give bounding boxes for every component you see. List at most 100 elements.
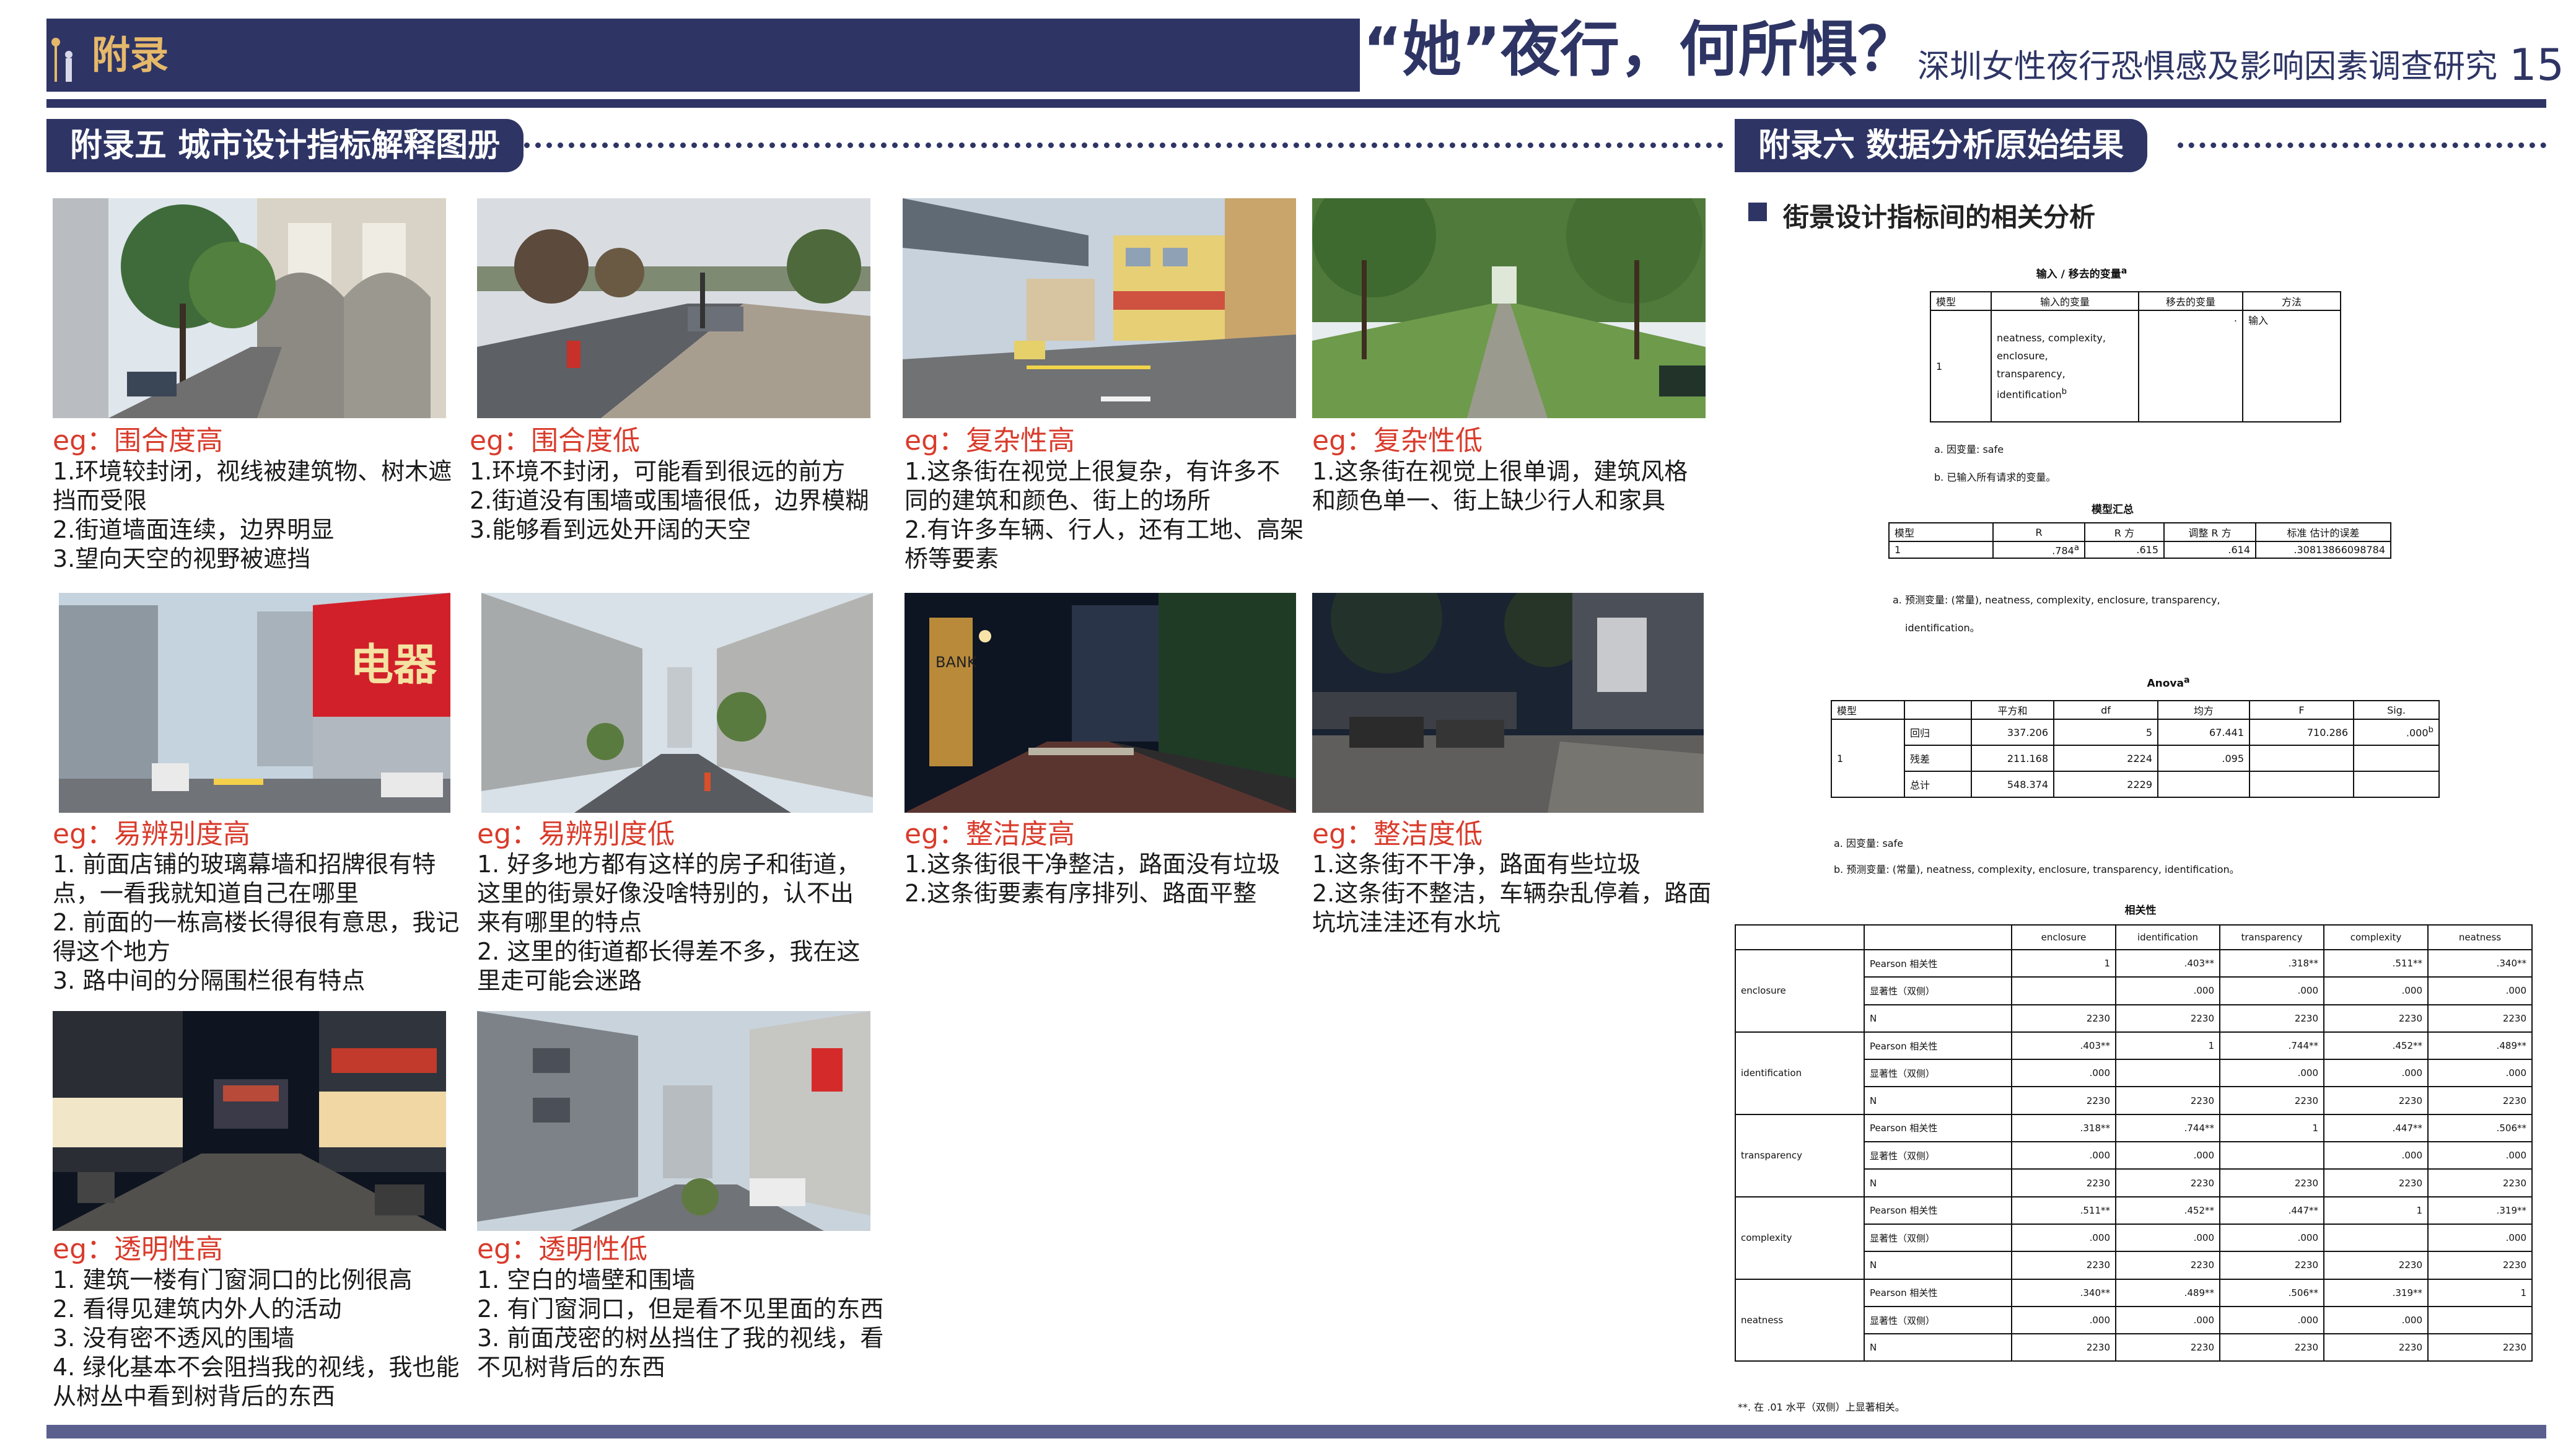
table-cell: .000 bbox=[2011, 1305, 2116, 1335]
card-description: 1. 建筑一楼有门窗洞口的比例很高 2. 看得见建筑内外人的活动 3. 没有密不透风… bbox=[53, 1266, 460, 1410]
card-caption: eg：复杂性低 bbox=[1312, 425, 1483, 457]
table4-title: 相关性 bbox=[2124, 904, 2157, 917]
stat-label: N bbox=[1864, 1251, 2012, 1280]
dotted-divider bbox=[491, 142, 1724, 148]
card-caption: eg：透明性高 bbox=[53, 1233, 223, 1265]
table2-note-a: a. 预测变量: (常量), neatness, complexity, enc… bbox=[1893, 594, 2220, 606]
table-cell: 2230 bbox=[2427, 1004, 2533, 1033]
table-cell: .000 bbox=[2219, 976, 2324, 1005]
table-row: complexity Pearson 相关性 .511** .452** .447** 1… bbox=[1735, 1196, 2533, 1280]
street-photo-identifiability-high: 电器 bbox=[59, 593, 450, 813]
table-cell: .511** bbox=[2323, 948, 2429, 978]
table2-note-b: identification。 bbox=[1905, 622, 1980, 634]
table-cell: 2230 bbox=[2011, 1168, 2116, 1197]
table-cell: .744** bbox=[2219, 1031, 2324, 1061]
dotted-divider bbox=[2178, 142, 2546, 148]
card-caption: eg：围合度高 bbox=[53, 425, 223, 457]
table-cell: 2230 bbox=[2011, 1004, 2116, 1033]
stat-label: 显著性（双侧） bbox=[1864, 1223, 2012, 1253]
table-cell: .511** bbox=[2011, 1196, 2116, 1225]
table-cell: 2230 bbox=[2011, 1086, 2116, 1115]
night-walker-icon bbox=[51, 27, 82, 83]
column-header: identification bbox=[2115, 924, 2220, 950]
table-cell: .506** bbox=[2427, 1113, 2533, 1143]
stat-label: 显著性（双侧） bbox=[1864, 1059, 2012, 1088]
model-summary-table: 模型 R R 方 调整 R 方 标准 估计的误差 1 .784a .615 .6… bbox=[1888, 522, 2391, 559]
stat-label: Pearson 相关性 bbox=[1864, 1113, 2012, 1143]
card-description: 1.这条街很干净整洁，路面没有垃圾 2.这条街要素有序排列、路面平整 bbox=[905, 851, 1281, 907]
table-cell: .744** bbox=[2115, 1113, 2220, 1143]
report-subtitle: 深圳女性夜行恐惧感及影响因素调查研究 bbox=[1917, 48, 2498, 85]
table-cell: .319** bbox=[2323, 1278, 2429, 1307]
table1-note-b: b. 已输入所有请求的变量。 bbox=[1934, 471, 2056, 483]
stat-label: N bbox=[1864, 1004, 2012, 1033]
table-cell: 2230 bbox=[2427, 1333, 2533, 1362]
card-description: 1.环境较封闭，视线被建筑物、树木遮 挡而受限 2.街道墙面连续，边界明显 3.望向天… bbox=[53, 458, 452, 572]
variable-label: neatness bbox=[1735, 1278, 1865, 1362]
street-photo-complexity-high bbox=[903, 198, 1296, 418]
variable-label: complexity bbox=[1735, 1196, 1865, 1280]
table-cell: 2230 bbox=[2219, 1086, 2324, 1115]
table-cell: .318** bbox=[2011, 1113, 2116, 1143]
card-description: 1. 空白的墙壁和围墙 2. 有门窗洞口，但是看不见里面的东西 3. 前面茂密的树丛… bbox=[477, 1266, 884, 1381]
table-cell: 2230 bbox=[2219, 1333, 2324, 1362]
table-cell bbox=[2427, 1305, 2533, 1335]
page-number: 15 bbox=[2509, 40, 2565, 90]
table-cell: .000 bbox=[2427, 1059, 2533, 1088]
corner-cell bbox=[1735, 924, 1865, 950]
column-header: neatness bbox=[2427, 924, 2533, 950]
table-cell: .000 bbox=[2427, 976, 2533, 1005]
stat-label: N bbox=[1864, 1333, 2012, 1362]
card-caption: eg：易辨别度低 bbox=[477, 818, 675, 850]
stat-label: Pearson 相关性 bbox=[1864, 1196, 2012, 1225]
stat-label: N bbox=[1864, 1168, 2012, 1197]
column-header: complexity bbox=[2323, 924, 2429, 950]
variables-entered-table: 模型 输入的变量 移去的变量 方法 1 neatness, complexity… bbox=[1930, 291, 2341, 422]
table-cell: .447** bbox=[2219, 1196, 2324, 1225]
header-bar bbox=[46, 19, 1360, 92]
street-photo-tidiness-high: BANK bbox=[905, 593, 1296, 813]
table-cell: .000 bbox=[2011, 1141, 2116, 1170]
table-cell: .000 bbox=[2219, 1059, 2324, 1088]
table-cell: .318** bbox=[2219, 948, 2324, 978]
table-row: enclosure Pearson 相关性 1.403** .318** .511**.… bbox=[1735, 948, 2533, 1033]
footer-rule bbox=[46, 1425, 2546, 1438]
stat-label: 显著性（双侧） bbox=[1864, 1141, 2012, 1170]
table-cell: 2230 bbox=[2115, 1004, 2220, 1033]
card-description: 1.这条街在视觉上很复杂，有许多不 同的建筑和颜色、街上的场所 2.有许多车辆、行人… bbox=[905, 458, 1304, 572]
table-cell: .452** bbox=[2323, 1031, 2429, 1061]
table-cell: .000 bbox=[2323, 1059, 2429, 1088]
table-cell: .000 bbox=[2115, 1141, 2220, 1170]
table-cell: .000 bbox=[2115, 1305, 2220, 1335]
header-rule bbox=[46, 99, 2546, 108]
table-cell: .506** bbox=[2219, 1278, 2324, 1307]
stat-label: Pearson 相关性 bbox=[1864, 1278, 2012, 1307]
table-cell: .000 bbox=[2011, 1059, 2116, 1088]
stat-label: Pearson 相关性 bbox=[1864, 1031, 2012, 1061]
table-cell: 2230 bbox=[2219, 1251, 2324, 1280]
table3-note-b: b. 预测变量: (常量), neatness, complexity, enc… bbox=[1834, 864, 2240, 875]
stat-label: N bbox=[1864, 1086, 2012, 1115]
table-cell: 2230 bbox=[2115, 1251, 2220, 1280]
table-cell: .340** bbox=[2011, 1278, 2116, 1307]
table-cell: 2230 bbox=[2011, 1251, 2116, 1280]
table-cell: 2230 bbox=[2427, 1168, 2533, 1197]
column-header: enclosure bbox=[2011, 924, 2116, 950]
table-cell: 1 bbox=[2323, 1196, 2429, 1225]
card-caption: eg：围合度低 bbox=[470, 425, 640, 457]
table-cell: 2230 bbox=[2219, 1168, 2324, 1197]
card-description: 1.环境不封闭，可能看到很远的前方 2.街道没有围墙或围墙很低，边界模糊 3.能够看… bbox=[470, 458, 869, 543]
table-cell bbox=[2323, 1223, 2429, 1253]
table-cell: 1 bbox=[2219, 1113, 2324, 1143]
card-caption: eg：易辨别度高 bbox=[53, 818, 250, 850]
card-caption: eg：整洁度低 bbox=[1312, 818, 1483, 850]
table-cell: 1 bbox=[2011, 948, 2116, 978]
appendix6-tab: 附录六 数据分析原始结果 bbox=[1735, 119, 2148, 172]
table-cell: .489** bbox=[2115, 1278, 2220, 1307]
card-caption: eg：整洁度高 bbox=[905, 818, 1075, 850]
table-cell bbox=[2219, 1141, 2324, 1170]
shop-sign-text: 电器 bbox=[350, 639, 437, 690]
table-cell bbox=[2011, 976, 2116, 1005]
variable-label: identification bbox=[1735, 1031, 1865, 1115]
table-cell: 2230 bbox=[2323, 1168, 2429, 1197]
